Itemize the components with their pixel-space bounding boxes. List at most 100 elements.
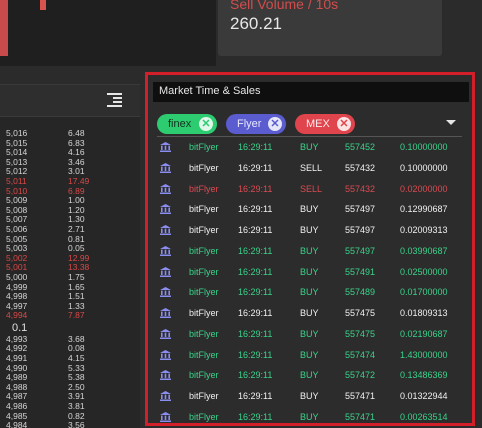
panel-title: Market Time & Sales	[159, 85, 261, 97]
sell-volume-title: Sell Volume / 10s	[230, 0, 339, 12]
remove-chip-icon[interactable]: ✕	[337, 117, 351, 131]
trade-side: BUY	[300, 225, 319, 235]
trade-time: 16:29:11	[238, 287, 273, 298]
trade-time: 16:29:11	[238, 391, 273, 401]
trade-amount: 0.01322944	[400, 391, 448, 401]
exchange-bank-icon	[160, 241, 172, 256]
trade-id: 557471	[345, 411, 376, 422]
filter-chip-flyer[interactable]: Flyer ✕	[226, 114, 286, 134]
chart-bar	[40, 0, 46, 10]
spread-value: 0.1	[12, 321, 28, 334]
trade-row[interactable]: bitFlyer 16:29:11 BUY 557474 1.43000000	[153, 345, 471, 366]
exchange-bank-icon	[160, 324, 172, 339]
trade-exchange: bitFlyer	[189, 370, 219, 381]
price: 4,984	[6, 420, 28, 428]
trade-row[interactable]: bitFlyer 16:29:11 BUY 557452 0.10000000	[153, 137, 471, 158]
trade-amount: 0.10000000	[400, 162, 448, 173]
dropdown-arrow-icon[interactable]	[446, 120, 456, 125]
trade-row[interactable]: bitFlyer 16:29:11 BUY 557475 0.01809313	[153, 303, 471, 324]
exchange-bank-icon	[160, 262, 172, 277]
trade-row[interactable]: bitFlyer 16:29:11 BUY 557489 0.01700000	[153, 282, 471, 303]
trade-row[interactable]: bitFlyer 16:29:11 BUY 557471 0.00263514	[153, 407, 471, 428]
trade-time: 16:29:11	[238, 308, 273, 318]
exchange-bank-icon	[160, 179, 172, 194]
trade-amount: 0.12990687	[400, 204, 448, 215]
exchange-bank-icon	[160, 199, 172, 215]
trade-row[interactable]: bitFlyer 16:29:11 BUY 557471 0.01322944	[153, 386, 471, 407]
trade-id: 557432	[345, 162, 376, 173]
chart-area	[0, 0, 216, 66]
trade-side: BUY	[300, 411, 319, 422]
order-book-panel: 5,016 6.48 5,015 6.83 5,014 4.16 5,013 3.46 5,01…	[0, 84, 140, 428]
trade-row[interactable]: bitFlyer 16:29:11 BUY 557497 0.12990687	[153, 199, 471, 220]
trade-id: 557432	[345, 183, 376, 194]
trade-exchange: bitFlyer	[189, 245, 219, 256]
trade-amount: 0.13486369	[400, 370, 448, 381]
trade-time: 16:29:11	[238, 245, 273, 256]
chip-label: Flyer	[237, 118, 262, 130]
trade-exchange: bitFlyer	[189, 287, 219, 298]
trade-row[interactable]: bitFlyer 16:29:11 BUY 557472 0.13486369	[153, 365, 471, 386]
trade-exchange: bitFlyer	[189, 204, 219, 215]
trade-time: 16:29:11	[238, 142, 273, 152]
trade-side: BUY	[300, 204, 319, 215]
trade-time: 16:29:11	[238, 183, 273, 194]
trade-row[interactable]: bitFlyer 16:29:11 SELL 557432 0.02000000	[153, 179, 471, 200]
trade-exchange: bitFlyer	[189, 349, 219, 360]
order-book-rows: 5,016 6.48 5,015 6.83 5,014 4.16 5,013 3.46 5,01…	[0, 128, 140, 428]
chip-label: finex	[168, 118, 192, 130]
trade-side: BUY	[300, 308, 319, 318]
trade-id: 557475	[345, 308, 376, 318]
exchange-bank-icon	[160, 220, 172, 235]
quantity: 7.87	[68, 310, 85, 321]
trade-exchange: bitFlyer	[189, 266, 219, 277]
sell-volume-value: 260.21	[230, 14, 282, 33]
filter-chip-finex[interactable]: finex ✕	[157, 114, 217, 134]
trade-id: 557471	[345, 391, 376, 401]
trade-exchange: bitFlyer	[189, 411, 219, 422]
trade-row[interactable]: bitFlyer 16:29:11 BUY 557497 0.02009313	[153, 220, 471, 241]
exchange-bank-icon	[160, 386, 172, 401]
trade-side: SELL	[300, 162, 323, 173]
trade-id: 557452	[345, 142, 376, 152]
exchange-bank-icon	[160, 158, 172, 173]
filter-chip-mex[interactable]: MEX ✕	[295, 114, 355, 134]
trade-amount: 0.03990687	[400, 245, 448, 256]
trade-id: 557472	[345, 370, 376, 381]
trade-side: BUY	[300, 349, 319, 360]
trade-time: 16:29:11	[238, 349, 273, 360]
trade-row[interactable]: bitFlyer 16:29:11 BUY 557491 0.02500000	[153, 262, 471, 283]
trade-row[interactable]: bitFlyer 16:29:11 BUY 557497 0.03990687	[153, 241, 471, 262]
trade-side: BUY	[300, 287, 319, 298]
order-book-row[interactable]: 4,984 3.56	[0, 421, 140, 428]
trade-exchange: bitFlyer	[189, 142, 219, 152]
trade-exchange: bitFlyer	[189, 225, 219, 235]
trade-exchange: bitFlyer	[189, 183, 219, 194]
remove-chip-icon[interactable]: ✕	[268, 117, 282, 131]
trade-side: BUY	[300, 328, 319, 339]
panel-header: Market Time & Sales	[153, 82, 469, 102]
exchange-bank-icon	[160, 407, 172, 422]
trade-exchange: bitFlyer	[189, 162, 219, 173]
remove-chip-icon[interactable]: ✕	[199, 117, 213, 131]
trade-side: BUY	[300, 391, 319, 401]
trade-time: 16:29:11	[238, 266, 273, 277]
order-book-header	[0, 85, 140, 117]
trade-id: 557497	[345, 225, 376, 235]
trade-id: 557474	[345, 349, 376, 360]
trades-list: bitFlyer 16:29:11 BUY 557452 0.10000000 bitFl…	[153, 137, 471, 428]
trade-side: BUY	[300, 142, 319, 152]
exchange-bank-icon	[160, 303, 172, 318]
trade-row[interactable]: bitFlyer 16:29:11 BUY 557475 0.02190687	[153, 324, 471, 345]
trade-id: 557491	[345, 266, 376, 277]
order-book-row[interactable]: 4,994 7.87	[0, 311, 140, 321]
trade-row[interactable]: bitFlyer 16:29:11 SELL 557432 0.10000000	[153, 158, 471, 179]
trade-amount: 0.01809313	[400, 308, 448, 318]
trade-amount: 0.02500000	[400, 266, 448, 277]
trade-amount: 0.02190687	[400, 328, 448, 339]
trade-time: 16:29:11	[238, 204, 273, 215]
trade-exchange: bitFlyer	[189, 328, 219, 339]
collapse-panel-icon[interactable]	[107, 93, 122, 108]
trade-id: 557497	[345, 204, 376, 215]
quantity: 3.56	[68, 420, 85, 428]
